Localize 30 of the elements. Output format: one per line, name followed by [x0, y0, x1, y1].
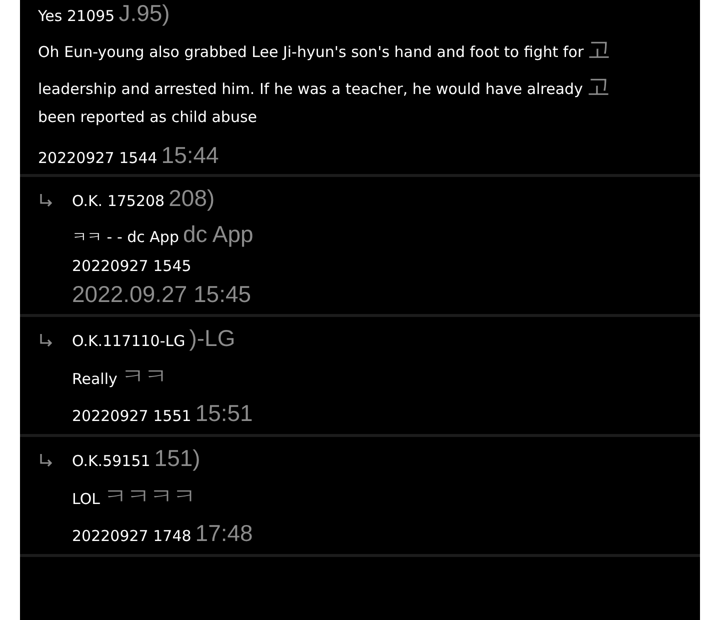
comment-text-original: 고	[586, 72, 610, 101]
comment-text: LOL	[72, 490, 100, 508]
author-name-original: J.95)	[118, 0, 170, 27]
comment-date-original: 15:44	[161, 142, 219, 169]
comment-date: 20220927 1748	[72, 527, 192, 545]
reply-arrow-icon	[38, 193, 54, 209]
comment-text-original: dc App	[182, 221, 254, 248]
comment-text-original: 고	[588, 35, 611, 64]
comment-date-original: 2022.09.27 15:45	[72, 281, 252, 308]
reply-arrow-icon	[38, 333, 54, 349]
comment-text: Oh Eun-young also grabbed Lee Ji-hyun's son's hand and foot to fight for	[38, 43, 584, 61]
comment-date: 20220927 1551	[72, 407, 192, 425]
author-name: O.K. 175208	[72, 192, 165, 210]
author-name-original: 208)	[168, 185, 215, 212]
comment-date: 20220927 1545	[72, 257, 192, 275]
comment-text: ㅋㅋ - - dc App	[72, 228, 179, 247]
comment-text: been reported as child abuse	[38, 108, 258, 126]
comment-date-original: 17:48	[195, 520, 253, 547]
comment-text: leadership and arrested him. If he was a teacher, he would have already	[38, 80, 583, 98]
author-name-original: 151)	[154, 445, 200, 472]
author-name: Yes 21095	[38, 7, 115, 25]
comment-text-original: ㅋㅋㅋㅋ	[104, 482, 196, 511]
reply-arrow-icon	[38, 453, 54, 469]
comment-text-original: ㅋㅋ	[121, 362, 168, 391]
comment-date: 20220927 1544	[38, 149, 158, 167]
comment-date-original: 15:51	[195, 400, 253, 427]
author-name: O.K.59151	[72, 452, 150, 470]
comment-text: Really	[72, 370, 118, 388]
author-name: O.K.117110-LG	[72, 332, 186, 350]
author-name-original: )-LG	[189, 325, 236, 352]
